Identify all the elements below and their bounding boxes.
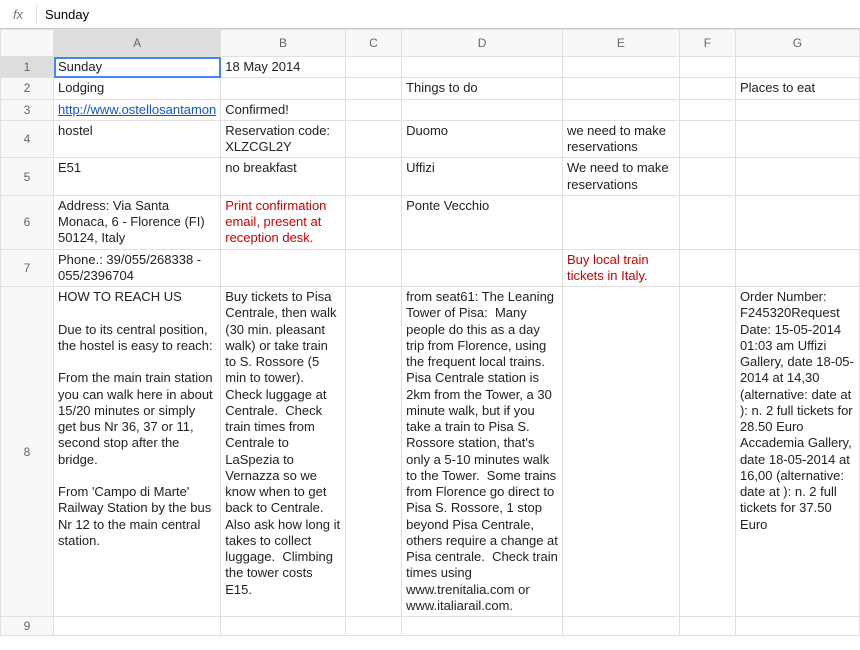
cell-E9[interactable] (562, 617, 679, 636)
cell-F4[interactable] (679, 120, 735, 158)
col-header-C[interactable]: C (345, 30, 401, 57)
cell-B7[interactable] (221, 249, 345, 287)
row-header-6[interactable]: 6 (1, 195, 54, 249)
cell-G3[interactable] (735, 99, 859, 120)
cell-G5[interactable] (735, 158, 859, 196)
cell-D6[interactable]: Ponte Vecchio (402, 195, 563, 249)
cell-B6[interactable]: Print confirmation email, present at rec… (221, 195, 345, 249)
cell-G1[interactable] (735, 57, 859, 78)
cell-E1[interactable] (562, 57, 679, 78)
cell-A6[interactable]: Address: Via Santa Monaca, 6 - Florence … (54, 195, 221, 249)
cell-C4[interactable] (345, 120, 401, 158)
cell-E4[interactable]: we need to make reservations (562, 120, 679, 158)
cell-G7[interactable] (735, 249, 859, 287)
cell-E6[interactable] (562, 195, 679, 249)
cell-C5[interactable] (345, 158, 401, 196)
cell-A7[interactable]: Phone.: 39/055/268338 - 055/2396704 (54, 249, 221, 287)
cell-E3[interactable] (562, 99, 679, 120)
col-header-G[interactable]: G (735, 30, 859, 57)
fx-label: fx (0, 5, 37, 24)
cell-B5[interactable]: no breakfast (221, 158, 345, 196)
select-all-corner[interactable] (1, 30, 54, 57)
col-header-A[interactable]: A (54, 30, 221, 57)
cell-F3[interactable] (679, 99, 735, 120)
cell-F6[interactable] (679, 195, 735, 249)
cell-G2[interactable]: Places to eat (735, 78, 859, 99)
col-header-D[interactable]: D (402, 30, 563, 57)
cell-F2[interactable] (679, 78, 735, 99)
spreadsheet-grid: ABCDEFG 1Sunday18 May 2014 2Lodging Things… (0, 29, 860, 636)
cell-C3[interactable] (345, 99, 401, 120)
cell-A9[interactable] (54, 617, 221, 636)
cell-E8[interactable] (562, 287, 679, 617)
cell-D3[interactable] (402, 99, 563, 120)
cell-C7[interactable] (345, 249, 401, 287)
cell-A4[interactable]: hostel (54, 120, 221, 158)
cell-B2[interactable] (221, 78, 345, 99)
cell-D7[interactable] (402, 249, 563, 287)
formula-input[interactable] (37, 5, 860, 24)
cell-G6[interactable] (735, 195, 859, 249)
row-header-4[interactable]: 4 (1, 120, 54, 158)
cell-C2[interactable] (345, 78, 401, 99)
cell-B3[interactable]: Confirmed! (221, 99, 345, 120)
cell-E5[interactable]: We need to make reservations (562, 158, 679, 196)
cell-C1[interactable] (345, 57, 401, 78)
cell-F5[interactable] (679, 158, 735, 196)
cell-D9[interactable] (402, 617, 563, 636)
cell-G4[interactable] (735, 120, 859, 158)
col-header-B[interactable]: B (221, 30, 345, 57)
cell-A1[interactable]: Sunday (54, 57, 221, 78)
row-header-5[interactable]: 5 (1, 158, 54, 196)
cell-B9[interactable] (221, 617, 345, 636)
cell-G8[interactable]: Order Number: F245320Request Date: 15-05… (735, 287, 859, 617)
cell-B8[interactable]: Buy tickets to Pisa Centrale, then walk … (221, 287, 345, 617)
cell-C9[interactable] (345, 617, 401, 636)
cell-A2[interactable]: Lodging (54, 78, 221, 99)
cell-B4[interactable]: Reservation code: XLZCGL2Y (221, 120, 345, 158)
row-header-3[interactable]: 3 (1, 99, 54, 120)
col-header-E[interactable]: E (562, 30, 679, 57)
cell-C8[interactable] (345, 287, 401, 617)
cell-B1[interactable]: 18 May 2014 (221, 57, 345, 78)
cell-A3[interactable]: http://www.ostellosantamon (54, 99, 221, 120)
cell-D1[interactable] (402, 57, 563, 78)
cell-E2[interactable] (562, 78, 679, 99)
cell-link[interactable]: http://www.ostellosantamon (58, 102, 216, 117)
row-header-9[interactable]: 9 (1, 617, 54, 636)
cell-E7[interactable]: Buy local train tickets in Italy. (562, 249, 679, 287)
cell-A5[interactable]: E51 (54, 158, 221, 196)
cell-D4[interactable]: Duomo (402, 120, 563, 158)
col-header-F[interactable]: F (679, 30, 735, 57)
cell-D2[interactable]: Things to do (402, 78, 563, 99)
cell-F7[interactable] (679, 249, 735, 287)
sheet-viewport[interactable]: ABCDEFG 1Sunday18 May 2014 2Lodging Things… (0, 29, 860, 649)
cell-F9[interactable] (679, 617, 735, 636)
row-header-8[interactable]: 8 (1, 287, 54, 617)
cell-D8[interactable]: from seat61: The Leaning Tower of Pisa: … (402, 287, 563, 617)
cell-D5[interactable]: Uffizi (402, 158, 563, 196)
cell-A8[interactable]: HOW TO REACH US Due to its central posit… (54, 287, 221, 617)
cell-F8[interactable] (679, 287, 735, 617)
row-header-7[interactable]: 7 (1, 249, 54, 287)
cell-C6[interactable] (345, 195, 401, 249)
row-header-2[interactable]: 2 (1, 78, 54, 99)
cell-G9[interactable] (735, 617, 859, 636)
formula-bar: fx (0, 0, 860, 29)
cell-F1[interactable] (679, 57, 735, 78)
row-header-1[interactable]: 1 (1, 57, 54, 78)
